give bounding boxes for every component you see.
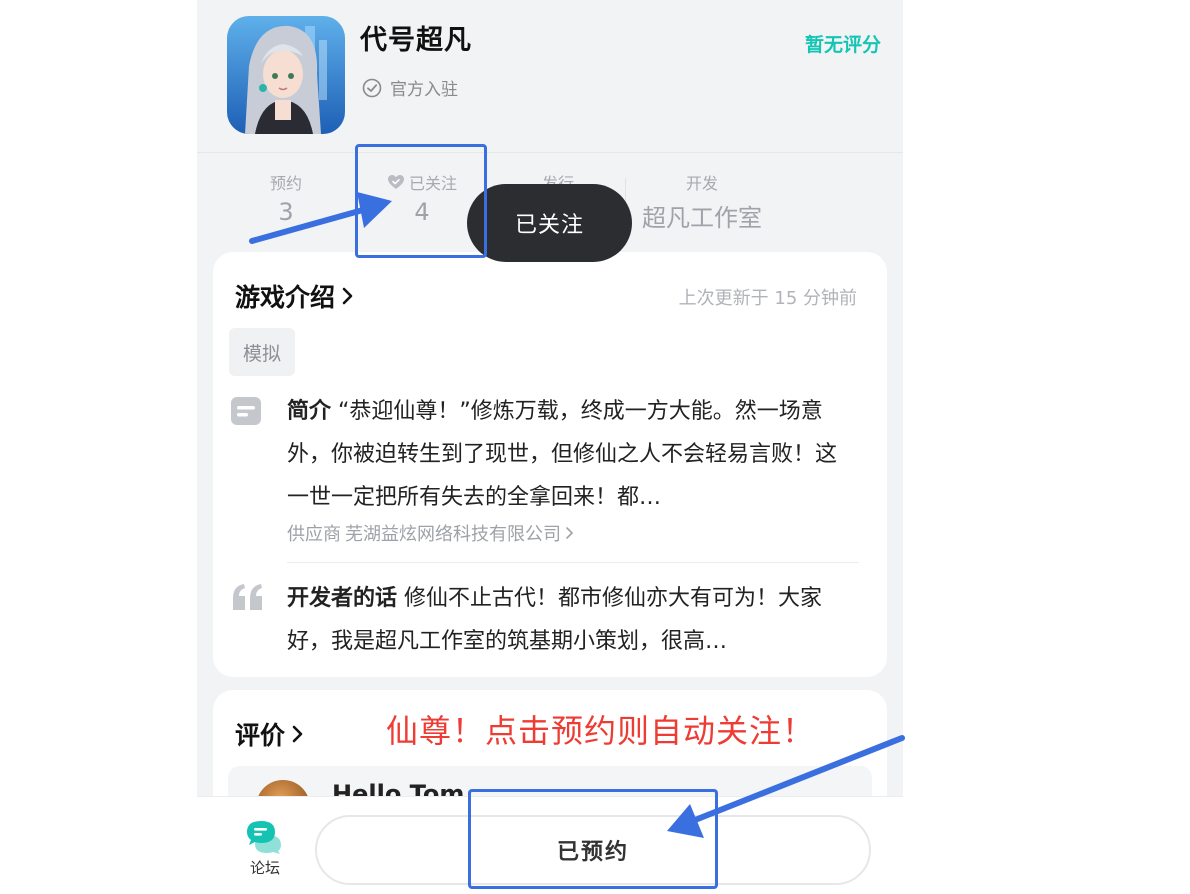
description-label: 简介 xyxy=(287,399,332,424)
check-circle-icon xyxy=(362,78,382,97)
header-divider xyxy=(197,152,903,153)
game-app-icon xyxy=(227,16,345,134)
card-divider xyxy=(287,562,859,563)
forum-chat-icon xyxy=(247,821,281,854)
official-badge: 官方入驻 xyxy=(362,75,458,100)
followed-toast: 已关注 xyxy=(467,184,632,262)
official-label: 官方入驻 xyxy=(390,80,458,100)
chevron-right-icon xyxy=(292,725,303,743)
last-updated: 上次更新于 15 分钟前 xyxy=(678,288,857,309)
supplier-label: 供应商 xyxy=(287,524,341,545)
stat-developer[interactable]: 开发 超凡工作室 xyxy=(637,170,767,233)
description-text[interactable]: 简介 “恭迎仙尊！”修炼万载，终成一方大能。然一场意外，你被迫转生到了现世，但修… xyxy=(287,390,847,519)
stat-developer-value: 超凡工作室 xyxy=(642,204,762,232)
reserve-highlight-box xyxy=(468,789,718,889)
chevron-right-small-icon xyxy=(566,527,574,539)
stat-booking-value: 3 xyxy=(278,198,294,226)
supplier-name: 芜湖益炫网络科技有限公司 xyxy=(345,524,561,545)
screenshot-canvas: 代号超凡 官方入驻 暂无评分 预约 3 已关注 4 开发 超凡工作室 游戏介绍 … xyxy=(0,0,1190,894)
stat-developer-label: 开发 xyxy=(685,174,718,193)
rating-label[interactable]: 暂无评分 xyxy=(805,30,881,57)
intro-title: 游戏介绍 xyxy=(235,283,336,312)
game-title: 代号超凡 xyxy=(360,25,472,56)
intro-title-link[interactable]: 游戏介绍 xyxy=(235,278,355,314)
review-title: 评价 xyxy=(235,721,286,750)
description-body: “恭迎仙尊！”修炼万载，终成一方大能。然一场意外，你被迫转生到了现世，但修仙之人… xyxy=(287,399,838,510)
description-icon xyxy=(231,397,261,425)
developer-words-text[interactable]: 开发者的话 修仙不止古代！都市修仙亦大有可为！大家好，我是超凡工作室的筑基期小策… xyxy=(287,577,847,663)
supplier-link[interactable]: 供应商 芜湖益炫网络科技有限公司 xyxy=(287,520,575,546)
quote-icon xyxy=(233,584,262,610)
developer-words-label: 开发者的话 xyxy=(287,586,398,611)
forum-label: 论坛 xyxy=(249,859,280,877)
game-detail-screen: 代号超凡 官方入驻 暂无评分 预约 3 已关注 4 开发 超凡工作室 游戏介绍 … xyxy=(197,0,903,894)
review-title-link[interactable]: 评价 xyxy=(235,716,305,752)
forum-button[interactable]: 论坛 xyxy=(243,819,287,878)
stat-booking[interactable]: 预约 3 xyxy=(255,170,317,226)
game-intro-card: 游戏介绍 上次更新于 15 分钟前 模拟 简介 “恭迎仙尊！”修炼万载，终成一方… xyxy=(213,252,887,677)
genre-tag[interactable]: 模拟 xyxy=(229,328,296,376)
chevron-right-icon xyxy=(342,287,353,305)
stat-booking-label: 预约 xyxy=(269,174,302,193)
annotation-text: 仙尊！点击预约则自动关注！ xyxy=(386,712,816,750)
follow-highlight-box xyxy=(355,144,487,258)
